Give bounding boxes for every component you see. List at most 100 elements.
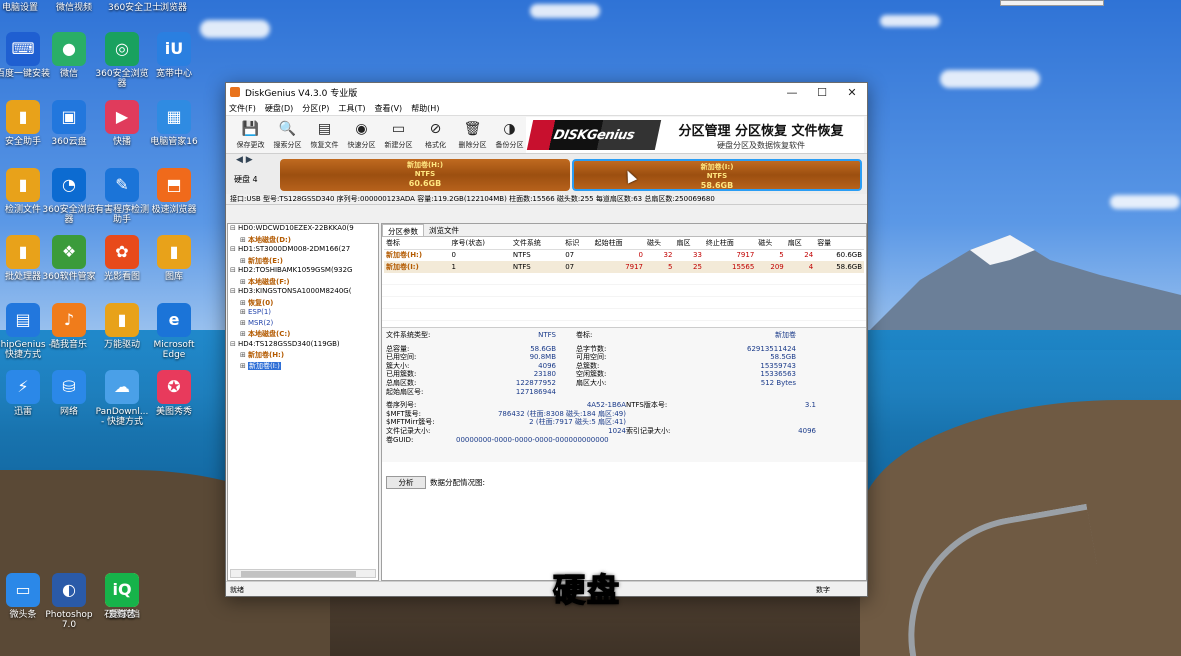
detail-label [626, 418, 696, 427]
tree-partition-node[interactable]: ⊞ 本地磁盘(F:) [228, 277, 378, 288]
tree-disk-node[interactable]: ⊟ HD0:WDCWD10EZEX-22BKKA0(9 [228, 224, 378, 235]
desktop-icon[interactable]: ▮ 万能驱动 [93, 303, 151, 350]
tree-toggle-icon[interactable]: ⊞ [240, 351, 248, 359]
tree-toggle-icon[interactable]: ⊟ [230, 266, 238, 274]
desktop-icon[interactable]: ● 微信 [40, 32, 98, 79]
desktop-icon[interactable]: ◐ Photoshop 7.0 [40, 573, 98, 631]
desktop-icon[interactable]: ▣ 360云盘 [40, 100, 98, 147]
column-header[interactable]: 扇区 [785, 237, 816, 250]
menu-item[interactable]: 分区(P) [302, 103, 329, 114]
desktop-icon[interactable]: ✎ 有害程序检测助手 [93, 168, 151, 226]
tree-toggle-icon[interactable]: ⊟ [230, 287, 238, 295]
toolbar-button[interactable]: 💾 保存更改 [232, 120, 269, 150]
tree-node-label: MSR(2) [248, 318, 274, 327]
column-header[interactable]: 卷标 [384, 237, 450, 250]
tree-scrollbar[interactable] [230, 569, 376, 578]
partition-block-h[interactable]: 新加卷(H:) NTFS 60.6GB [280, 159, 570, 191]
column-header[interactable]: 容量 [815, 237, 864, 250]
desktop-icon[interactable]: ❖ 360软件管家 [40, 235, 98, 282]
desktop-icon[interactable]: iQ 爱奇艺 [93, 573, 151, 620]
tree-toggle-icon[interactable]: ⊞ [240, 308, 248, 316]
column-header[interactable]: 起始柱面 [592, 237, 646, 250]
tree-partition-node[interactable]: ⊞ 新加卷(E:) [228, 256, 378, 267]
table-cell: 7917 [736, 251, 755, 260]
tree-disk-node[interactable]: ⊟ HD3:KINGSTONSA1000M8240G( [228, 287, 378, 298]
app-shortcut-icon: ◎ [105, 32, 139, 66]
toolbar-button[interactable]: ▭ 新建分区 [380, 120, 417, 150]
tab-partition-params[interactable]: 分区参数 [382, 224, 424, 236]
menu-item[interactable]: 帮助(H) [411, 103, 439, 114]
toolbar: 💾 保存更改 🔍 搜索分区 ▤ 恢复文件 ◉ 快速分区 ▭ 新建分区 ⊘ 格式化 🗑 删除分区 ◑ 备份分区 … [226, 116, 867, 154]
desktop-icon-label: 360软件管家 [42, 272, 96, 282]
tree-partition-node[interactable]: ⊞ ESP(1) [228, 308, 378, 319]
tree-toggle-icon[interactable]: ⊞ [240, 236, 248, 244]
desktop-icon[interactable]: ♪ 酷我音乐 [40, 303, 98, 350]
desktop-icon[interactable]: e Microsoft Edge [145, 303, 203, 361]
toolbar-button[interactable]: ⊘ 格式化 [417, 120, 454, 150]
tree-toggle-icon[interactable]: ⊞ [240, 278, 248, 286]
desktop-icon[interactable]: ⛁ 网络 [40, 370, 98, 417]
desktop-icon[interactable]: iU 宽带中心 [145, 32, 203, 79]
column-header[interactable]: 终止柱面 [703, 237, 757, 250]
column-header[interactable]: 标识 [563, 237, 593, 250]
toolbar-button[interactable]: ▤ 恢复文件 [306, 120, 343, 150]
detail-label: 扇区大小: [576, 378, 607, 387]
tree-toggle-icon[interactable]: ⊞ [240, 299, 248, 307]
analyze-button[interactable]: 分析 [386, 476, 426, 489]
desktop-icon[interactable]: ⬒ 极速浏览器 [145, 168, 203, 215]
tree-toggle-icon[interactable]: ⊟ [230, 340, 238, 348]
recover-icon: ▤ [317, 120, 332, 137]
column-header[interactable]: 文件系统 [510, 237, 564, 250]
desktop-icon[interactable]: ▮ 图库 [145, 235, 203, 282]
fs-type-label: 文件系统类型: [386, 331, 431, 339]
table-row[interactable]: 新加卷(H:) 0 NTFS 07 0 32 33 7917 5 24 60.6GB [384, 249, 864, 261]
tree-partition-node[interactable]: ⊞ 新加卷(I:) [228, 361, 378, 372]
table-row[interactable]: 新加卷(I:) 1 NTFS 07 7917 5 25 15565 209 4 58.6GB [384, 261, 864, 273]
tree-partition-node[interactable]: ⊞ MSR(2) [228, 319, 378, 330]
tree-disk-node[interactable]: ⊟ HD2:TOSHIBAMK1059GSM(932G [228, 266, 378, 277]
backup-icon: ◑ [503, 120, 516, 137]
column-header[interactable]: 扇区 [674, 237, 704, 250]
tree-toggle-icon[interactable]: ⊟ [230, 224, 238, 232]
toolbar-button[interactable]: ◑ 备份分区 [491, 120, 528, 150]
menu-item[interactable]: 硬盘(D) [265, 103, 293, 114]
minimize-button[interactable]: — [777, 83, 807, 101]
app-shortcut-icon: ⛁ [52, 370, 86, 404]
toolbar-button-label: 快速分区 [347, 140, 376, 149]
column-header[interactable]: 磁头 [756, 237, 786, 250]
desktop-icon[interactable]: ✿ 光影看图 [93, 235, 151, 282]
maximize-button[interactable]: ☐ [807, 83, 837, 101]
tree-toggle-icon[interactable]: ⊞ [240, 362, 248, 370]
toolbar-button[interactable]: ◉ 快速分区 [343, 120, 380, 150]
tree-partition-node[interactable]: ⊞ 本地磁盘(D:) [228, 235, 378, 246]
desktop-icon[interactable]: ▶ 快播 [93, 100, 151, 147]
tree-disk-node[interactable]: ⊟ HD4:TS128GSSD340(119GB) [228, 340, 378, 351]
disk-nav-arrows[interactable]: ◀ ▶ [236, 155, 253, 165]
desktop-icon[interactable]: ✪ 美图秀秀 [145, 370, 203, 417]
partition-block-i[interactable]: 新加卷(I:) NTFS 58.6GB [572, 159, 862, 191]
tree-disk-node[interactable]: ⊟ HD1:ST3000DM008-2DM166(27 [228, 245, 378, 256]
menu-item[interactable]: 工具(T) [338, 103, 365, 114]
menu-item[interactable]: 文件(F) [229, 103, 256, 114]
app-shortcut-icon: ◔ [52, 168, 86, 202]
column-header[interactable]: 序号(状态) [449, 237, 511, 250]
menu-item[interactable]: 查看(V) [374, 103, 402, 114]
title-bar[interactable]: DiskGenius V4.3.0 专业版 — ☐ ✕ [226, 83, 867, 101]
tree-toggle-icon[interactable]: ⊟ [230, 245, 238, 253]
desktop-icon[interactable]: ◔ 360安全浏览器 [40, 168, 98, 226]
desktop-icon[interactable]: ▦ 电脑管家16 [145, 100, 203, 147]
toolbar-button[interactable]: 🔍 搜索分区 [269, 120, 306, 150]
toolbar-button[interactable]: 🗑 删除分区 [454, 120, 491, 150]
column-header[interactable]: 磁头 [645, 237, 675, 250]
tree-partition-node[interactable]: ⊞ 恢复(0) [228, 298, 378, 309]
tree-partition-node[interactable]: ⊞ 新加卷(H:) [228, 350, 378, 361]
tree-toggle-icon[interactable]: ⊞ [240, 257, 248, 265]
desktop-icon-label: 微信 [59, 69, 78, 79]
tree-toggle-icon[interactable]: ⊞ [240, 319, 248, 327]
close-button[interactable]: ✕ [837, 83, 867, 101]
desktop-icon[interactable]: ◎ 360安全浏览器 [93, 32, 151, 90]
tree-toggle-icon[interactable]: ⊞ [240, 330, 248, 338]
desktop-icon[interactable]: ☁ PanDownl... - 快捷方式 [93, 370, 151, 428]
tree-partition-node[interactable]: ⊞ 本地磁盘(C:) [228, 329, 378, 340]
tab-browse-files[interactable]: 浏览文件 [424, 224, 464, 236]
